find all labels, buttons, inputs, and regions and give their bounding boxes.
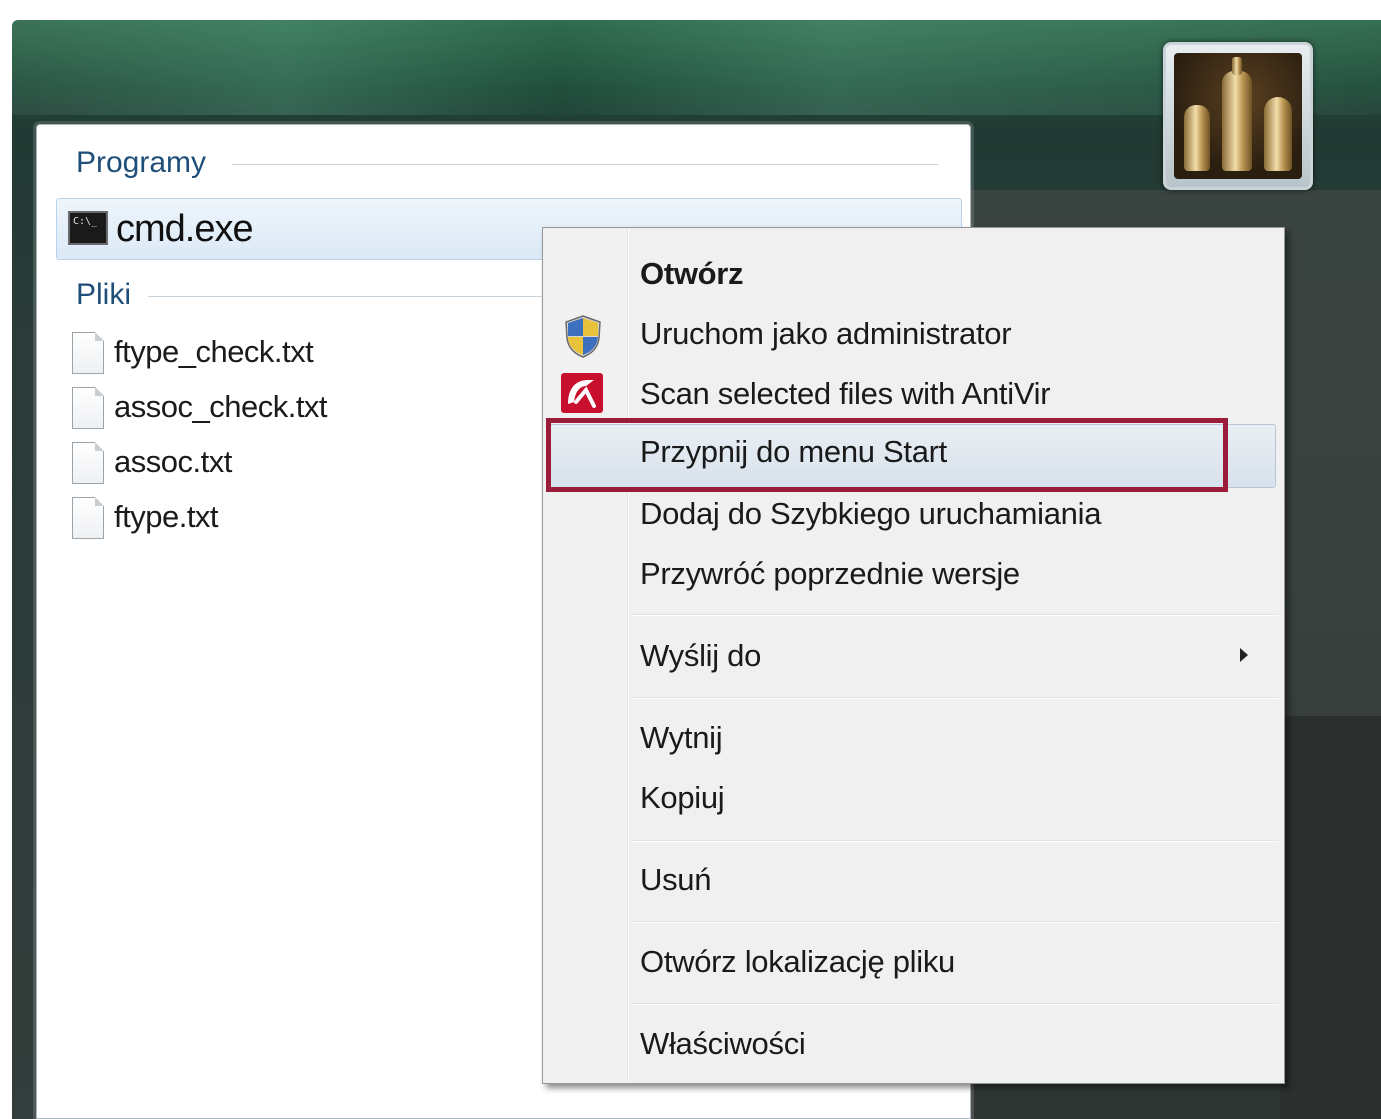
- annotation-highlight-box: [546, 418, 1228, 492]
- file-result-label: ftype.txt: [114, 499, 219, 534]
- menu-separator: [632, 921, 1278, 923]
- files-heading-divider: [148, 296, 542, 297]
- text-file-icon: [72, 387, 104, 429]
- antivir-umbrella-icon: [561, 373, 603, 413]
- menu-separator: [632, 1003, 1278, 1005]
- menu-separator: [632, 840, 1278, 842]
- menu-item-copy[interactable]: Kopiuj: [640, 780, 725, 816]
- menu-item-run-as-admin[interactable]: Uruchom jako administrator: [640, 316, 1012, 352]
- user-picture[interactable]: [1163, 42, 1313, 190]
- menu-item-cut[interactable]: Wytnij: [640, 720, 723, 756]
- start-menu-right-column-lower: [1280, 716, 1381, 1119]
- text-file-icon: [72, 332, 104, 374]
- uac-shield-icon: [565, 315, 601, 358]
- text-file-icon: [72, 442, 104, 484]
- menu-separator: [632, 697, 1278, 699]
- file-result-label: assoc_check.txt: [114, 389, 328, 424]
- chess-pieces-icon: [1174, 53, 1302, 179]
- menu-item-add-quick-launch[interactable]: Dodaj do Szybkiego uruchamiania: [640, 496, 1101, 532]
- menu-item-open[interactable]: Otwórz: [640, 256, 744, 292]
- menu-item-open-file-location[interactable]: Otwórz lokalizację pliku: [640, 944, 955, 980]
- menu-item-properties[interactable]: Właściwości: [640, 1026, 806, 1062]
- programs-heading: Programy: [76, 146, 207, 179]
- menu-item-scan-antivir[interactable]: Scan selected files with AntiVir: [640, 376, 1051, 412]
- program-result-label: cmd.exe: [116, 208, 254, 250]
- text-file-icon: [72, 497, 104, 539]
- menu-separator: [632, 614, 1278, 616]
- programs-heading-divider: [232, 164, 938, 165]
- submenu-arrow-icon: [1240, 648, 1248, 662]
- menu-item-delete[interactable]: Usuń: [640, 862, 711, 898]
- file-result-label: assoc.txt: [114, 444, 232, 479]
- file-result-label: ftype_check.txt: [114, 334, 314, 369]
- console-icon: [68, 211, 108, 245]
- files-heading: Pliki: [76, 278, 132, 311]
- menu-item-send-to[interactable]: Wyślij do: [640, 638, 761, 674]
- menu-item-restore-previous-versions[interactable]: Przywróć poprzednie wersje: [640, 556, 1020, 592]
